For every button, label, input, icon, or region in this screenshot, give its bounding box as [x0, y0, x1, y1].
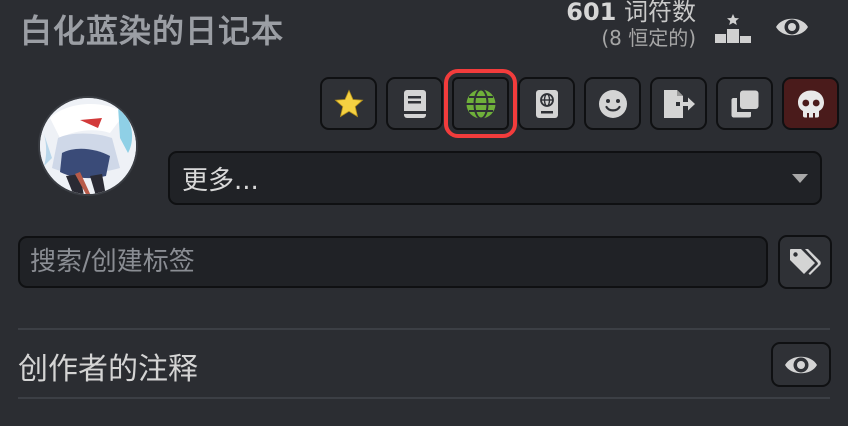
smile-icon	[598, 89, 627, 118]
action-toolbar	[320, 69, 839, 138]
character-name: 白化蓝染的日记本	[20, 12, 285, 50]
toggle-notes-button[interactable]	[771, 342, 831, 387]
eye-icon	[785, 356, 817, 373]
star-icon	[334, 89, 363, 117]
divider	[18, 397, 830, 399]
duplicate-button[interactable]	[716, 77, 773, 130]
character-panel: 白化蓝染的日记本 601 词符数 (8 恒定的) 更多... 搜索/创建标签 创…	[0, 0, 848, 426]
ranking-icon[interactable]	[714, 12, 752, 44]
advanced-definitions-button[interactable]	[386, 77, 443, 130]
token-counter: 601 词符数 (8 恒定的)	[566, 0, 696, 48]
chat-lore-button[interactable]	[518, 77, 575, 130]
avatar[interactable]	[38, 96, 138, 196]
token-unit: 词符数	[624, 0, 696, 26]
favorite-button[interactable]	[320, 77, 377, 130]
avatar-image	[40, 98, 136, 194]
world-info-button[interactable]	[444, 69, 517, 138]
tags-icon	[790, 249, 821, 275]
book-icon	[403, 89, 426, 118]
caret-down-icon	[792, 173, 808, 183]
divider	[18, 328, 830, 330]
globe-icon	[466, 88, 495, 119]
token-permanent: (8 恒定的)	[601, 26, 696, 50]
skull-icon	[797, 90, 824, 117]
persona-button[interactable]	[584, 77, 641, 130]
delete-button[interactable]	[782, 77, 839, 130]
creator-notes-label: 创作者的注释	[18, 352, 198, 387]
more-options-label: 更多...	[182, 165, 259, 196]
tag-search-input[interactable]	[18, 236, 768, 288]
token-count: 601	[566, 0, 617, 26]
eye-icon[interactable]	[774, 12, 810, 42]
tags-button[interactable]	[778, 235, 832, 289]
more-options-select[interactable]: 更多...	[168, 151, 822, 205]
clone-icon	[731, 90, 758, 117]
export-button[interactable]	[650, 77, 707, 130]
passport-icon	[535, 89, 558, 118]
file-export-icon	[663, 89, 695, 118]
